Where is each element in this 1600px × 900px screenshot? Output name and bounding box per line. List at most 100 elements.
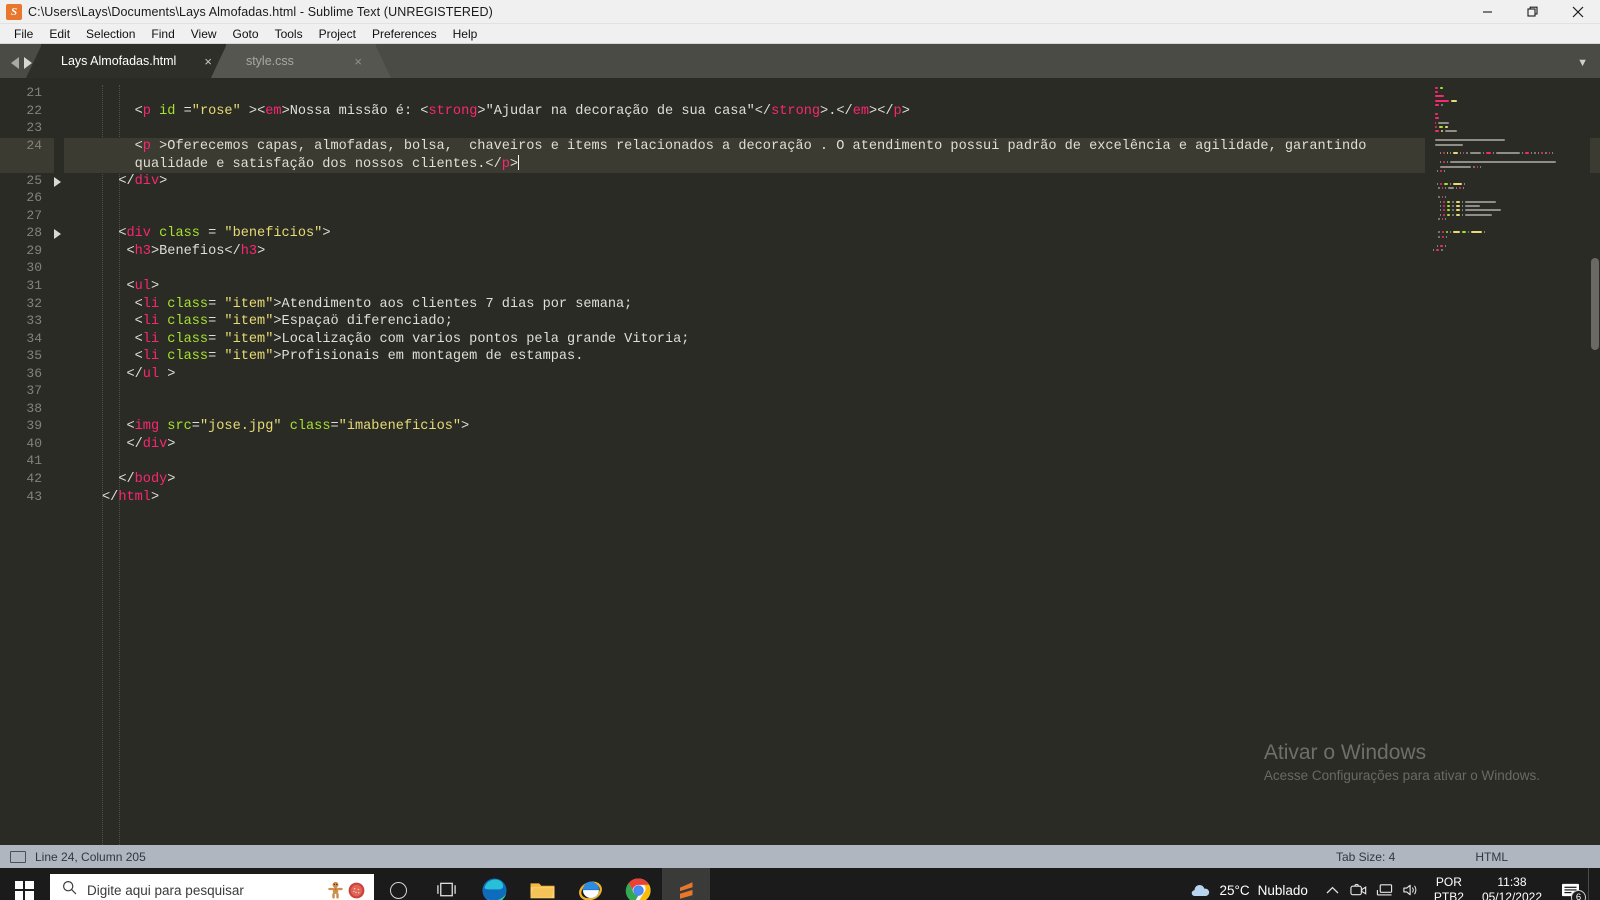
code-line[interactable]: <p >Oferecemos capas, almofadas, bolsa, … (64, 137, 1600, 156)
tab-lays-almofadas-html[interactable]: Lays Almofadas.html × (41, 44, 226, 78)
code-token-punc: = (199, 226, 225, 242)
network-icon[interactable] (1372, 868, 1398, 900)
code-line[interactable]: <li class= "item">Atendimento aos client… (64, 296, 1600, 314)
code-token-punc: > (273, 296, 282, 312)
minimap-line (1425, 117, 1590, 120)
internet-explorer-button[interactable] (566, 868, 614, 900)
minimap-token (1435, 130, 1440, 133)
code-token-text: Profisionais em montagem de estampas. (281, 349, 584, 365)
code-line[interactable] (64, 120, 1600, 138)
tab-size-label[interactable]: Tab Size: 4 (1336, 850, 1395, 864)
menu-item-preferences[interactable]: Preferences (364, 25, 445, 43)
menu-item-selection[interactable]: Selection (78, 25, 143, 43)
minimap-token (1440, 213, 1442, 216)
minimap-token (1521, 152, 1523, 155)
minimap-token (1537, 152, 1540, 155)
code-line[interactable]: </div> (64, 436, 1600, 454)
code-token-punc: > (167, 472, 176, 488)
cookie-icon (348, 882, 365, 898)
edge-button[interactable] (470, 868, 518, 900)
code-line[interactable]: <li class= "item">Espaçaö diferenciado; (64, 313, 1600, 331)
menu-item-goto[interactable]: Goto (225, 25, 267, 43)
sublime-text-button[interactable] (662, 868, 710, 900)
minimap-token (1443, 152, 1445, 155)
code-line[interactable]: <img src="jose.jpg" class="imabeneficios… (64, 418, 1600, 436)
code-token-punc (151, 104, 159, 119)
code-line[interactable]: </div> (64, 173, 1600, 191)
task-view-button[interactable] (422, 868, 470, 900)
code-line[interactable]: </html> (64, 489, 1600, 507)
menu-item-tools[interactable]: Tools (267, 25, 311, 43)
syntax-label[interactable]: HTML (1475, 850, 1508, 864)
start-button[interactable] (0, 868, 48, 900)
arrow-left-icon[interactable] (11, 57, 19, 69)
search-input[interactable]: Digite aqui para pesquisar (50, 874, 374, 900)
code-line[interactable]: <ul> (64, 278, 1600, 296)
action-center-button[interactable]: 6 (1552, 868, 1588, 900)
code-line[interactable]: </ul > (64, 366, 1600, 384)
code-line[interactable]: </body> (64, 471, 1600, 489)
code-line[interactable]: <div class = "beneficios"> (64, 225, 1600, 243)
code-token-str: "beneficios" (224, 226, 323, 242)
minimap-token (1455, 200, 1461, 203)
code-line[interactable] (64, 401, 1600, 419)
meet-now-icon[interactable] (1346, 868, 1372, 900)
menu-item-project[interactable]: Project (311, 25, 364, 43)
menu-item-find[interactable]: Find (143, 25, 182, 43)
code-line[interactable] (64, 190, 1600, 208)
minimap-token (1435, 117, 1440, 120)
menu-item-file[interactable]: File (6, 25, 41, 43)
menu-item-view[interactable]: View (183, 25, 225, 43)
code-fold-column[interactable] (54, 78, 64, 845)
minimap-line (1425, 121, 1590, 124)
clock[interactable]: 11:38 05/12/2022 (1472, 875, 1552, 900)
code-line[interactable] (64, 260, 1600, 278)
minimap-token (1462, 187, 1465, 190)
chrome-button[interactable] (614, 868, 662, 900)
code-token-tag: p (142, 103, 151, 119)
show-hidden-icons-icon[interactable] (1320, 868, 1346, 900)
language-indicator[interactable]: POR PTB2 (1424, 875, 1472, 900)
code-fold-arrow-icon[interactable] (54, 229, 61, 240)
chevron-down-icon[interactable]: ▼ (1577, 57, 1600, 78)
volume-icon[interactable] (1398, 868, 1424, 900)
code-line[interactable]: <h3>Benefios</h3> (64, 243, 1600, 261)
close-icon[interactable]: × (176, 55, 212, 68)
code-line[interactable] (64, 453, 1600, 471)
minimap[interactable] (1425, 78, 1590, 845)
code-line-wrapped[interactable]: qualidade e satisfação dos nossos client… (64, 155, 1600, 173)
code-token-punc: </ (102, 489, 119, 505)
code-line[interactable]: <li class= "item">Profisionais em montag… (64, 348, 1600, 366)
code-token-text: Oferecemos capas, almofadas, bolsa, chav… (167, 138, 1367, 154)
code-token-punc: > (281, 103, 290, 119)
code-line[interactable]: <p id ="rose" ><em>Nossa missão é: <stro… (64, 103, 1600, 121)
minimap-token (1548, 152, 1550, 155)
minimap-line (1425, 222, 1590, 225)
code-content[interactable]: <p id ="rose" ><em>Nossa missão é: <stro… (64, 78, 1600, 845)
weather-widget[interactable]: 25°C Nublado (1179, 883, 1319, 898)
sidebar-toggle-icon[interactable] (10, 850, 26, 863)
minimize-button[interactable] (1465, 0, 1510, 24)
editor[interactable]: 21 22 23 24 25 26 27 28 29 30 31 32 33 34 35 36 37 38 39 40… (0, 78, 1600, 845)
code-token-tag: p (893, 103, 902, 119)
minimap-line (1425, 130, 1590, 133)
code-line[interactable]: <li class= "item">Localização com varios… (64, 331, 1600, 349)
menu-item-help[interactable]: Help (445, 25, 486, 43)
minimap-token (1436, 248, 1440, 251)
cortana-button[interactable] (374, 868, 422, 900)
restore-button[interactable] (1510, 0, 1555, 24)
code-line[interactable] (64, 85, 1600, 103)
close-icon[interactable]: × (326, 55, 362, 68)
close-button[interactable] (1555, 0, 1600, 24)
code-fold-arrow-icon[interactable] (54, 176, 61, 187)
menu-item-edit[interactable]: Edit (41, 25, 78, 43)
minimap-token (1541, 152, 1543, 155)
code-line[interactable] (64, 208, 1600, 226)
file-explorer-button[interactable] (518, 868, 566, 900)
show-desktop-button[interactable] (1588, 868, 1596, 900)
code-line[interactable] (64, 383, 1600, 401)
tab-style-css[interactable]: style.css × (225, 44, 376, 78)
arrow-right-icon[interactable] (24, 57, 32, 69)
editor-scrollbar[interactable] (1591, 258, 1599, 350)
minimap-line (1425, 248, 1590, 251)
